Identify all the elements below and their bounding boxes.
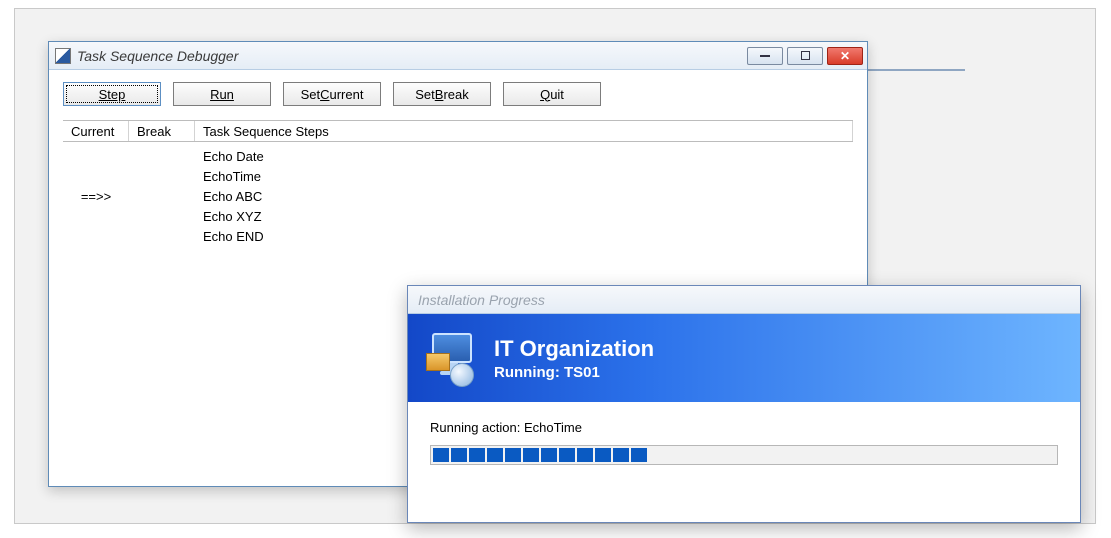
progress-segment [613,448,629,462]
col-header-steps[interactable]: Task Sequence Steps [195,121,853,141]
cell-step: EchoTime [195,169,853,184]
titlebar[interactable]: Task Sequence Debugger ✕ [49,42,867,70]
window-title: Task Sequence Debugger [77,48,747,64]
running-label: Running: TS01 [494,364,654,381]
frame-accent [865,69,965,71]
set-current-button[interactable]: Set Current [283,82,381,106]
progress-banner: IT Organization Running: TS01 [408,314,1080,402]
progress-segment [487,448,503,462]
progress-segment [577,448,593,462]
maximize-button[interactable] [787,47,823,65]
progress-segment [505,448,521,462]
steps-list-header: Current Break Task Sequence Steps [63,120,853,142]
table-row[interactable]: Echo XYZ [63,206,853,226]
close-icon: ✕ [840,49,850,63]
window-controls: ✕ [747,47,863,65]
step-button[interactable]: Step [63,82,161,106]
steps-list: Current Break Task Sequence Steps Echo D… [63,120,853,246]
progress-bar [430,445,1058,465]
close-button[interactable]: ✕ [827,47,863,65]
progress-titlebar[interactable]: Installation Progress [408,286,1080,314]
cell-step: Echo ABC [195,189,853,204]
table-row[interactable]: EchoTime [63,166,853,186]
table-row[interactable]: Echo END [63,226,853,246]
run-button[interactable]: Run [173,82,271,106]
progress-segment [469,448,485,462]
cell-step: Echo XYZ [195,209,853,224]
table-row[interactable]: Echo Date [63,146,853,166]
steps-list-body: Echo Date EchoTime ==>> Echo ABC Echo XYZ Ech… [63,142,853,246]
col-header-break[interactable]: Break [129,121,195,141]
organization-label: IT Organization [494,336,654,362]
cell-current: ==>> [63,189,129,204]
progress-segment [451,448,467,462]
set-break-button[interactable]: Set Break [393,82,491,106]
maximize-icon [801,51,810,60]
table-row[interactable]: ==>> Echo ABC [63,186,853,206]
progress-body: Running action: EchoTime [408,402,1080,465]
installation-progress-window: Installation Progress IT Organization Ru… [407,285,1081,523]
col-header-current[interactable]: Current [63,121,129,141]
banner-text: IT Organization Running: TS01 [494,336,654,381]
progress-window-title: Installation Progress [418,292,545,308]
progress-segment [541,448,557,462]
progress-segment [523,448,539,462]
running-action-label: Running action: EchoTime [430,420,1058,435]
progress-segment [595,448,611,462]
cell-step: Echo Date [195,149,853,164]
quit-button[interactable]: Quit [503,82,601,106]
toolbar: Step Run Set Current Set Break Quit [49,70,867,112]
app-icon [55,48,71,64]
progress-segment [631,448,647,462]
progress-segment [559,448,575,462]
outer-panel: Task Sequence Debugger ✕ Step Run Set Cu… [14,8,1096,524]
minimize-icon [760,55,770,57]
progress-segment [433,448,449,462]
install-icon [426,331,480,385]
cell-step: Echo END [195,229,853,244]
minimize-button[interactable] [747,47,783,65]
